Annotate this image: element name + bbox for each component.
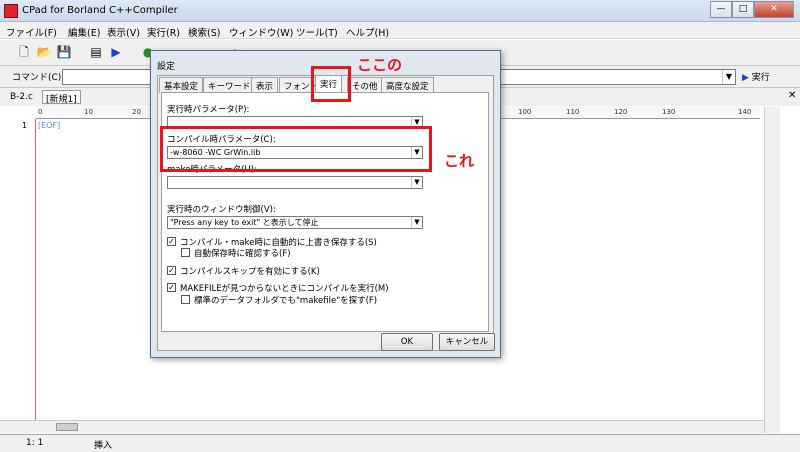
tab-new[interactable]: [新規1] xyxy=(42,90,81,105)
horizontal-scrollbar[interactable] xyxy=(0,420,764,433)
makefile-label: MAKEFILEが見つからないときにコンパイルを実行(M) xyxy=(180,284,389,294)
skip-compile-checkbox[interactable]: ✓ xyxy=(167,266,176,275)
ok-button[interactable]: OK xyxy=(381,333,433,351)
chevron-down-icon[interactable]: ▼ xyxy=(411,217,422,228)
window-control-select[interactable]: "Press any key to exit" と表示して停止 ▼ xyxy=(167,216,423,229)
menu-window[interactable]: ウィンドウ(W) xyxy=(229,25,293,39)
save-icon[interactable]: 💾 xyxy=(56,44,72,60)
status-bar: 1: 1 挿入 xyxy=(0,434,800,452)
menu-run[interactable]: 実行(R) xyxy=(147,25,180,39)
tab-display[interactable]: 表示 xyxy=(251,77,279,93)
run-icon[interactable]: ▶ xyxy=(108,44,124,60)
command-run-button[interactable]: ▶ 実行 xyxy=(742,70,770,83)
ruler-tick: 140 xyxy=(738,108,752,116)
ruler-tick: 110 xyxy=(566,108,580,116)
ruler-tick: 10 xyxy=(84,108,93,116)
annotation-param-note: これ xyxy=(444,152,475,170)
menu-view[interactable]: 表示(V) xyxy=(107,25,140,39)
ruler-tick: 120 xyxy=(614,108,628,116)
dialog-title: 設定 xyxy=(157,62,176,72)
tab-advanced[interactable]: 高度な設定 xyxy=(381,77,434,93)
scroll-thumb[interactable] xyxy=(56,423,78,431)
maximize-button[interactable]: □ xyxy=(732,1,754,18)
run-params-label: 実行時パラメータ(P): xyxy=(167,105,250,115)
chevron-down-icon[interactable]: ▼ xyxy=(722,70,735,84)
search-std-checkbox[interactable] xyxy=(181,295,190,304)
tab-file[interactable]: B-2.c xyxy=(10,92,33,102)
highlight-box-run-tab xyxy=(311,66,351,102)
command-label: コマンド(C) xyxy=(12,73,62,83)
confirm-label: 自動保存時に確認する(F) xyxy=(194,249,291,259)
menu-tools[interactable]: ツール(T) xyxy=(296,25,338,39)
run-icon: ▶ xyxy=(742,73,752,83)
eof-marker: [EOF] xyxy=(38,121,61,130)
app-icon xyxy=(4,4,18,18)
window-title: CPad for Borland C++Compiler xyxy=(22,5,178,16)
line-number: 1 xyxy=(22,121,28,130)
input-mode: 挿入 xyxy=(94,441,113,451)
skip-compile-label: コンパイルスキップを有効にする(K) xyxy=(180,267,320,277)
menu-file[interactable]: ファイル(F) xyxy=(6,25,57,39)
ruler-tick: 100 xyxy=(518,108,532,116)
highlight-box-compile-params xyxy=(160,126,432,172)
command-run-label: 実行 xyxy=(751,73,770,83)
cursor-position: 1: 1 xyxy=(26,438,44,448)
ruler-tick: 20 xyxy=(132,108,141,116)
cancel-button[interactable]: キャンセル xyxy=(439,333,495,351)
make-params-combo[interactable]: ▼ xyxy=(167,176,423,189)
build-icon[interactable]: ▤ xyxy=(88,44,104,60)
ruler-tick: 130 xyxy=(662,108,676,116)
window-control-label: 実行時のウィンドウ制御(V): xyxy=(167,205,276,215)
annotation-tab-note: ここの xyxy=(357,56,403,74)
open-folder-icon[interactable]: 📂 xyxy=(36,44,52,60)
confirm-checkbox[interactable] xyxy=(181,248,190,257)
tab-other[interactable]: その他 xyxy=(347,77,383,93)
line-gutter xyxy=(0,119,36,433)
window-control-value: "Press any key to exit" と表示して停止 xyxy=(170,218,319,227)
search-std-label: 標準のデータフォルダでも"makefile"を探す(F) xyxy=(194,296,378,306)
close-tab-icon[interactable]: ✕ xyxy=(788,90,796,101)
vertical-scrollbar[interactable] xyxy=(764,107,780,433)
tab-basic[interactable]: 基本設定 xyxy=(159,77,204,93)
menu-bar: ファイル(F) 編集(E) 表示(V) 実行(R) 検索(S) ウィンドウ(W)… xyxy=(0,22,800,39)
menu-help[interactable]: ヘルプ(H) xyxy=(346,25,389,39)
makefile-checkbox[interactable]: ✓ xyxy=(167,283,176,292)
menu-edit[interactable]: 編集(E) xyxy=(68,25,100,39)
close-button[interactable]: ✕ xyxy=(754,1,794,18)
tab-keyword[interactable]: キーワード xyxy=(203,77,256,93)
menu-search[interactable]: 検索(S) xyxy=(188,25,220,39)
minimize-button[interactable]: — xyxy=(710,1,732,18)
ruler-tick: 0 xyxy=(38,108,43,116)
chevron-down-icon[interactable]: ▼ xyxy=(411,177,422,188)
new-file-icon[interactable]: 🗋 xyxy=(16,44,32,60)
autosave-checkbox[interactable]: ✓ xyxy=(167,237,176,246)
